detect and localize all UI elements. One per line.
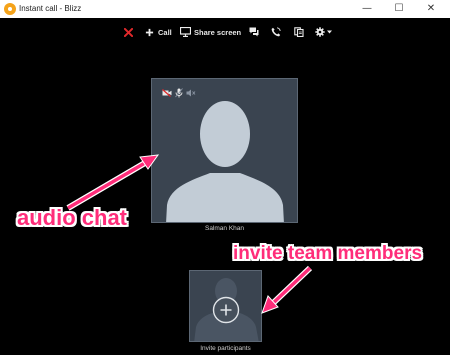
title-bar: Instant call - Blizz — ☐ ✕	[0, 0, 450, 18]
settings-button[interactable]	[315, 24, 332, 40]
call-button[interactable]: Call	[145, 24, 172, 40]
invite-participants-label: Invite participants	[200, 345, 251, 352]
phone-icon	[271, 27, 281, 37]
call-label: Call	[158, 27, 172, 37]
share-screen-icon	[180, 27, 191, 37]
end-call-icon	[124, 27, 133, 37]
participant-video-tile[interactable]	[151, 78, 298, 223]
call-toolbar: Call Share screen	[0, 24, 450, 40]
close-window-button[interactable]: ✕	[416, 0, 446, 18]
window-title: Instant call - Blizz	[19, 4, 82, 13]
add-call-icon	[145, 28, 154, 36]
chevron-down-icon	[327, 30, 332, 34]
invite-team-annotation: invite team members	[233, 243, 423, 264]
avatar-silhouette	[166, 101, 284, 222]
settings-icon	[315, 27, 325, 37]
chat-icon	[249, 27, 259, 37]
phone-button[interactable]	[271, 24, 281, 40]
invite-arrow	[261, 265, 313, 314]
audio-chat-annotation: audio chat	[17, 205, 128, 230]
share-screen-button[interactable]: Share screen	[180, 24, 241, 40]
minimize-button[interactable]: —	[352, 0, 382, 18]
documents-button[interactable]	[294, 24, 304, 40]
documents-icon	[294, 27, 304, 37]
end-call-button[interactable]	[124, 24, 133, 40]
audio-chat-arrow	[66, 154, 160, 211]
invite-participants-tile[interactable]	[189, 270, 262, 342]
plus-circle-icon[interactable]	[212, 296, 240, 324]
share-screen-label: Share screen	[194, 27, 242, 37]
chat-button[interactable]	[249, 24, 259, 40]
blizz-app-icon	[4, 3, 16, 15]
participant-name: Salman Khan	[204, 225, 245, 232]
maximize-button[interactable]: ☐	[384, 0, 414, 18]
